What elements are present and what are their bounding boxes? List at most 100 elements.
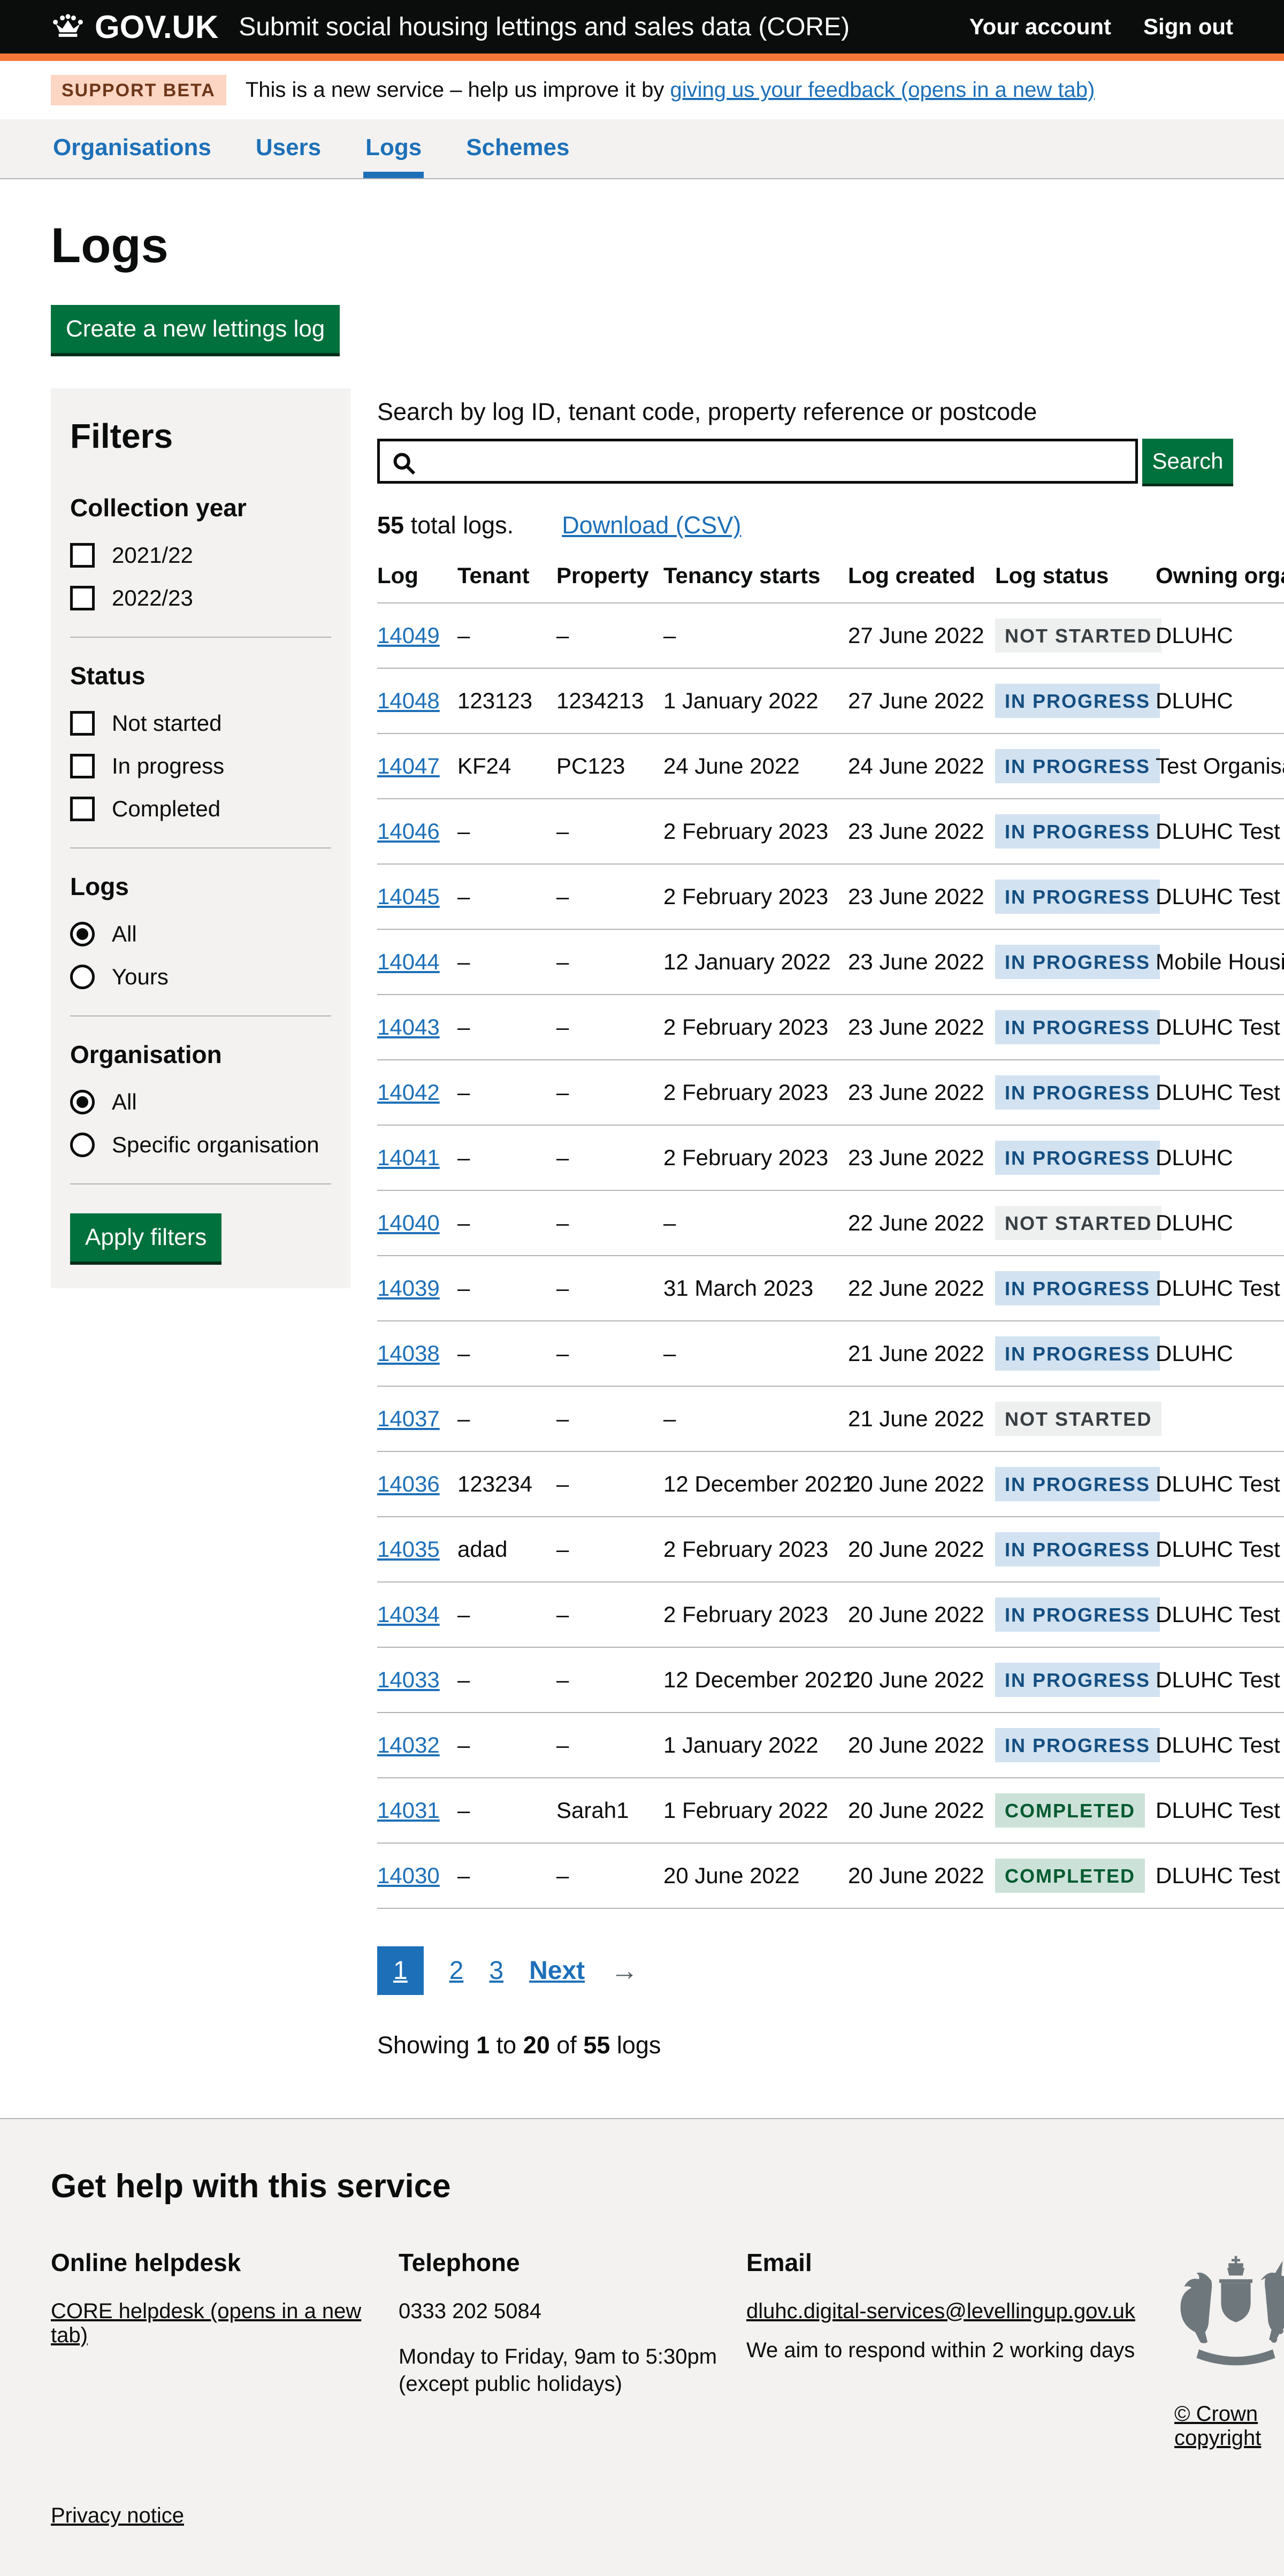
apply-filters-button[interactable]: Apply filters [70,1213,221,1262]
privacy-notice-link[interactable]: Privacy notice [51,2504,184,2527]
feedback-link[interactable]: giving us your feedback (opens in a new … [670,78,1095,102]
log-created-cell: 23 June 2022 [848,1060,995,1125]
tenant-cell: – [457,1321,556,1386]
checkbox[interactable] [70,586,95,610]
radio-label: All [112,1089,137,1115]
tenant-cell: – [457,1386,556,1451]
table-row: 14030 – – 20 June 2022 20 June 2022 COMP… [377,1843,1284,1908]
nav-tab[interactable]: Organisations [51,119,213,178]
log-id-link[interactable]: 14045 [377,884,440,909]
download-csv-link[interactable]: Download (CSV) [562,511,741,539]
owning-organisation-cell: DLUHC Test [1156,799,1284,864]
log-created-cell: 20 June 2022 [848,1451,995,1517]
logs-heading: Logs [70,872,331,901]
log-created-cell: 21 June 2022 [848,1321,995,1386]
nav-tab[interactable]: Users [254,119,323,178]
radio-button[interactable] [70,922,95,946]
log-created-cell: 20 June 2022 [848,1647,995,1713]
log-created-cell: 27 June 2022 [848,603,995,668]
checkbox-label: 2022/23 [112,585,193,611]
log-created-cell: 23 June 2022 [848,799,995,864]
log-created-cell: 23 June 2022 [848,864,995,929]
checkbox[interactable] [70,797,95,821]
log-id-link[interactable]: 14044 [377,949,440,974]
filter-divider [70,1015,331,1016]
log-id-link[interactable]: 14037 [377,1406,440,1431]
table-row: 14042 – – 2 February 2023 23 June 2022 I… [377,1060,1284,1125]
log-id-link[interactable]: 14043 [377,1014,440,1039]
pagination-page-link[interactable]: 2 [449,1956,464,1985]
checkbox[interactable] [70,754,95,778]
checkbox[interactable] [70,543,95,568]
filter-divider [70,1183,331,1184]
log-id-link[interactable]: 14036 [377,1471,440,1496]
core-helpdesk-link[interactable]: CORE helpdesk (opens in a new tab) [51,2299,399,2348]
collection-year-heading: Collection year [70,493,331,522]
pagination-page-link[interactable]: 3 [489,1956,503,1985]
log-id-link[interactable]: 14038 [377,1341,440,1366]
log-id-link[interactable]: 14049 [377,623,440,648]
log-id-link[interactable]: 14042 [377,1080,440,1105]
property-cell: – [556,1451,663,1517]
your-account-link[interactable]: Your account [969,14,1111,40]
status-badge: IN PROGRESS [995,1728,1160,1762]
log-id-link[interactable]: 14034 [377,1602,440,1627]
radio-button[interactable] [70,965,95,989]
property-cell: – [556,1256,663,1321]
results-section: Search by log ID, tenant code, property … [377,388,1233,2118]
table-row: 14040 – – – 22 June 2022 NOT STARTED DLU… [377,1190,1284,1256]
table-row: 14041 – – 2 February 2023 23 June 2022 I… [377,1125,1284,1190]
search-input[interactable] [380,441,1135,481]
nav-tab[interactable]: Schemes [464,119,571,178]
property-cell: – [556,995,663,1060]
log-id-link[interactable]: 14047 [377,753,440,778]
log-id-link[interactable]: 14030 [377,1863,440,1888]
tenant-cell: – [457,1647,556,1713]
status-badge: COMPLETED [995,1859,1145,1893]
property-cell: – [556,1125,663,1190]
checkbox[interactable] [70,711,95,736]
service-name-link[interactable]: Submit social housing lettings and sales… [239,12,850,42]
log-created-cell: 27 June 2022 [848,668,995,733]
property-cell: – [556,799,663,864]
email-link[interactable]: dluhc.digital-services@levellingup.gov.u… [746,2299,1174,2323]
crown-copyright-link[interactable]: © Crown copyright [1174,2402,1284,2450]
log-id-link[interactable]: 14033 [377,1667,440,1692]
log-id-link[interactable]: 14040 [377,1210,440,1235]
radio-button[interactable] [70,1090,95,1114]
log-id-link[interactable]: 14031 [377,1798,440,1823]
log-id-link[interactable]: 14032 [377,1732,440,1757]
log-created-cell: 20 June 2022 [848,1517,995,1582]
radio-label: Specific organisation [112,1132,319,1158]
email-title: Email [746,2248,1174,2277]
tenant-cell: – [457,864,556,929]
pagination-next-link[interactable]: Next [529,1956,585,1985]
tenant-cell: adad [457,1517,556,1582]
log-id-link[interactable]: 14041 [377,1145,440,1170]
log-id-link[interactable]: 14046 [377,819,440,844]
owning-organisation-cell: DLUHC Test [1156,1713,1284,1778]
property-cell: – [556,1647,663,1713]
create-lettings-log-button[interactable]: Create a new lettings log [51,305,340,353]
status-badge: IN PROGRESS [995,1010,1160,1044]
pagination-page-link[interactable]: 1 [377,1946,424,1995]
status-badge: IN PROGRESS [995,1532,1160,1566]
table-row: 14034 – – 2 February 2023 20 June 2022 I… [377,1582,1284,1647]
sign-out-link[interactable]: Sign out [1143,14,1233,40]
col-header-tenancy-starts: Tenancy starts [663,552,848,603]
results-summary: Showing 1 to 20 of 55 logs [377,2031,1233,2059]
helpdesk-title: Online helpdesk [51,2248,399,2277]
property-cell: – [556,1386,663,1451]
tenancy-starts-cell: – [663,603,848,668]
table-row: 14035 adad – 2 February 2023 20 June 202… [377,1517,1284,1582]
search-button[interactable]: Search [1142,439,1233,484]
log-id-link[interactable]: 14048 [377,688,440,713]
govuk-logo-link[interactable]: GOV.UK [51,9,218,45]
footer: Get help with this service Online helpde… [0,2118,1284,2576]
log-id-link[interactable]: 14035 [377,1537,440,1562]
log-id-link[interactable]: 14039 [377,1275,440,1301]
nav-tab[interactable]: Logs [363,119,424,178]
table-row: 14038 – – – 21 June 2022 IN PROGRESS DLU… [377,1321,1284,1386]
radio-button[interactable] [70,1133,95,1157]
log-created-cell: 22 June 2022 [848,1256,995,1321]
